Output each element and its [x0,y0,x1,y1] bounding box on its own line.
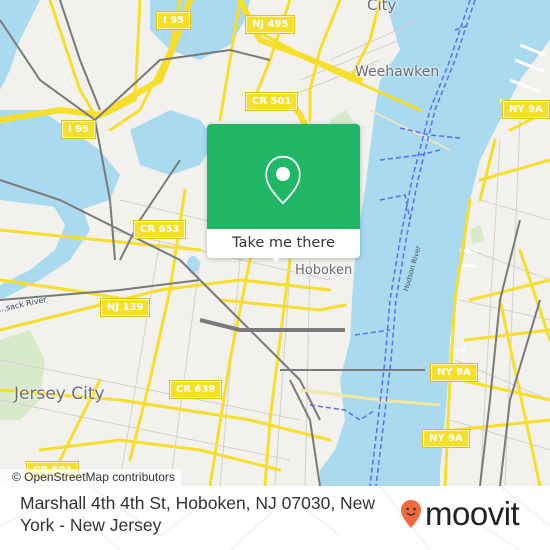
road-shield-i95: I 95 [155,11,192,30]
road-shield-cr501: CR 501 [244,92,299,111]
lake-water [130,110,215,175]
location-pin-icon [265,155,301,205]
road-shield-cr639: CR 639 [168,380,223,399]
take-me-there-popup[interactable]: Take me there [207,124,360,262]
road-shield-nj495: NJ 495 [244,15,296,34]
place-label-hoboken: Hoboken [295,263,353,278]
place-label-jersey-city: Jersey City [14,384,105,404]
moovit-pin-icon [401,500,421,528]
hackensack-water [0,0,40,90]
footer: Marshall 4th 4th St, Hoboken, NJ 07030, … [0,486,550,550]
popup-pointer [267,252,285,262]
map[interactable]: City Weehawken Hoboken Jersey City ...sa… [0,0,550,486]
osm-attribution[interactable]: © OpenStreetMap contributors [0,469,181,486]
place-label-weehawken: Weehawken [355,64,440,80]
road-shield-ny9a: NY 9A [502,100,550,119]
moovit-logo[interactable]: moovit [400,495,520,533]
address-text: Marshall 4th 4th St, Hoboken, NJ 07030, … [20,493,376,535]
road-shield-cr653: CR 653 [132,220,187,239]
road-shield-ny9a: NY 9A [430,363,478,382]
road-shield-i95: I 95 [60,120,97,139]
road-shield-nj139: NJ 139 [99,298,151,317]
place-label-city: City [367,0,397,14]
moovit-wordmark: moovit [425,495,520,532]
road-shield-ny9a: NY 9A [422,429,470,448]
